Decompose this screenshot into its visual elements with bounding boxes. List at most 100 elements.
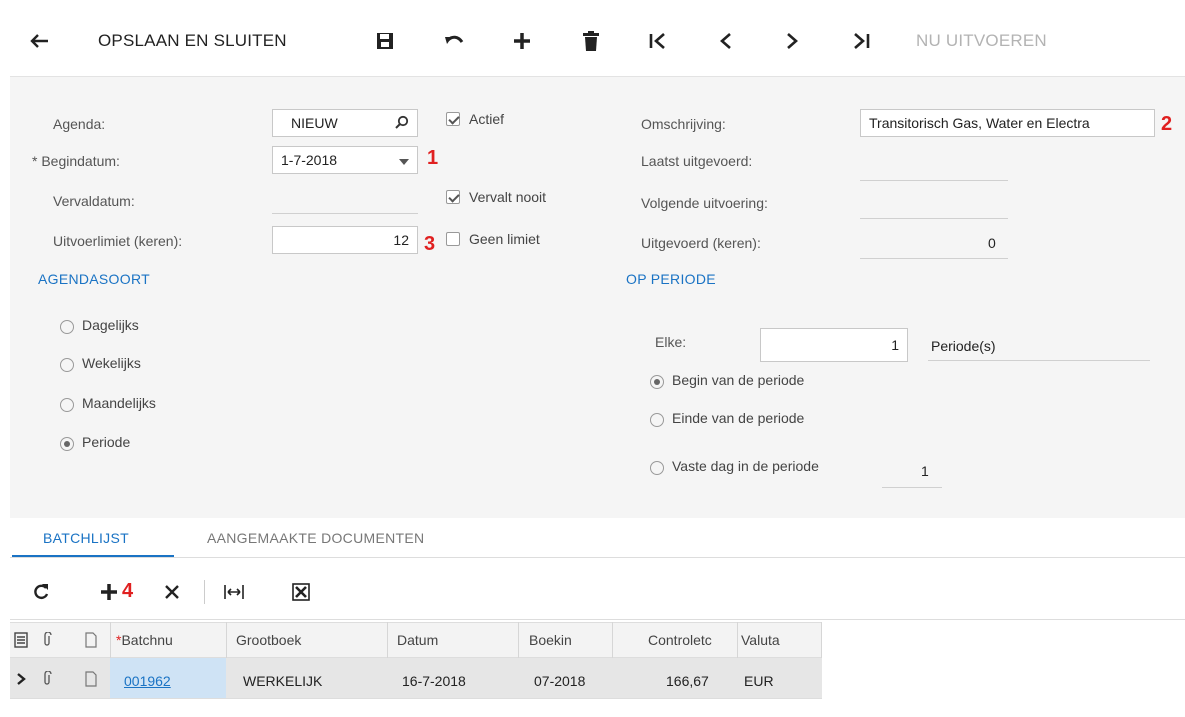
col-header-controle[interactable]: Controletc bbox=[648, 632, 712, 648]
dropdown-arrow-icon[interactable] bbox=[399, 152, 409, 168]
active-label: Actief bbox=[469, 111, 505, 127]
radio-periode[interactable] bbox=[60, 437, 74, 451]
refresh-icon[interactable] bbox=[32, 583, 50, 604]
marker-2: 2 bbox=[1161, 113, 1173, 135]
agenda-field[interactable]: NIEUW bbox=[272, 109, 418, 137]
volgende-uitvoering-field bbox=[860, 218, 1008, 219]
vervalt-nooit-label: Vervalt nooit bbox=[469, 189, 547, 205]
marker-4: 4 bbox=[122, 580, 134, 602]
grid-add-icon[interactable] bbox=[100, 583, 118, 604]
option-wekelijks: Wekelijks bbox=[82, 355, 141, 371]
tab-aangemaakte-documenten[interactable]: AANGEMAAKTE DOCUMENTEN bbox=[207, 530, 424, 546]
radio-maandelijks[interactable] bbox=[60, 398, 74, 412]
back-arrow-icon[interactable] bbox=[30, 26, 50, 56]
col-separator bbox=[821, 622, 822, 658]
first-record-icon[interactable] bbox=[649, 26, 667, 56]
laatst-uitgevoerd-label: Laatst uitgevoerd: bbox=[641, 153, 753, 169]
uitvoerlimiet-value: 12 bbox=[393, 232, 409, 248]
cell-valuta: EUR bbox=[744, 673, 774, 689]
col-header-batch[interactable]: *Batchnu bbox=[116, 632, 173, 648]
option-maandelijks: Maandelijks bbox=[82, 395, 156, 411]
cell-controle: 166,67 bbox=[666, 673, 709, 689]
marker-1: 1 bbox=[427, 147, 439, 169]
agenda-label: Agenda: bbox=[53, 116, 106, 132]
form-panel bbox=[10, 76, 1185, 518]
radio-dagelijks[interactable] bbox=[60, 320, 74, 334]
previous-record-icon[interactable] bbox=[719, 26, 733, 56]
elke-value: 1 bbox=[891, 337, 899, 353]
omschrijving-label: Omschrijving: bbox=[641, 116, 726, 132]
grid-top-border bbox=[10, 619, 1185, 620]
col-header-grootboek[interactable]: Grootboek bbox=[236, 632, 301, 648]
note-header-icon bbox=[85, 632, 97, 651]
begindatum-field[interactable]: 1-7-2018 bbox=[272, 146, 418, 174]
col-separator bbox=[387, 622, 388, 658]
last-record-icon[interactable] bbox=[852, 26, 870, 56]
uitgevoerd-value: 0 bbox=[988, 235, 996, 251]
row-selector-icon[interactable] bbox=[16, 672, 26, 688]
cell-boekin: 07-2018 bbox=[534, 673, 586, 689]
add-icon[interactable] bbox=[513, 26, 531, 56]
col-header-valuta[interactable]: Valuta bbox=[741, 632, 780, 648]
attachment-header-icon bbox=[42, 631, 52, 651]
omschrijving-field[interactable]: Transitorisch Gas, Water en Electra bbox=[860, 109, 1155, 137]
save-icon[interactable] bbox=[376, 26, 394, 56]
row-settings-icon[interactable] bbox=[14, 632, 28, 651]
uitgevoerd-field bbox=[860, 258, 1008, 259]
undo-icon[interactable] bbox=[444, 26, 464, 56]
radio-einde-periode[interactable] bbox=[650, 413, 664, 427]
vervaldatum-label: Vervaldatum: bbox=[53, 193, 135, 209]
option-dagelijks: Dagelijks bbox=[82, 317, 139, 333]
vervalt-nooit-checkbox[interactable] bbox=[446, 190, 460, 204]
col-separator bbox=[518, 622, 519, 658]
vaste-dag-value[interactable]: 1 bbox=[921, 463, 929, 479]
next-record-icon[interactable] bbox=[785, 26, 799, 56]
run-now-button: NU UITVOEREN bbox=[916, 31, 1047, 50]
toolbar-separator bbox=[204, 580, 205, 604]
elke-field[interactable]: 1 bbox=[760, 328, 908, 362]
save-close-button[interactable]: OPSLAAN EN SLUITEN bbox=[98, 26, 287, 56]
begindatum-value: 1-7-2018 bbox=[281, 152, 338, 168]
tab-batchlijst[interactable]: BATCHLIJST bbox=[43, 530, 129, 546]
batch-link[interactable]: 001962 bbox=[124, 673, 171, 689]
begindatum-label: * Begindatum: bbox=[32, 153, 120, 169]
attachment-icon[interactable] bbox=[42, 670, 52, 690]
active-checkbox[interactable] bbox=[446, 112, 460, 126]
cell-grootboek: WERKELIJK bbox=[243, 673, 323, 689]
geen-limiet-label: Geen limiet bbox=[469, 231, 540, 247]
grid-delete-icon[interactable] bbox=[164, 584, 180, 603]
omschrijving-value: Transitorisch Gas, Water en Electra bbox=[869, 115, 1090, 131]
radio-wekelijks[interactable] bbox=[60, 358, 74, 372]
fit-columns-icon[interactable] bbox=[224, 584, 244, 603]
note-icon[interactable] bbox=[85, 671, 97, 690]
uitvoerlimiet-field[interactable]: 12 bbox=[272, 226, 418, 254]
col-separator bbox=[226, 622, 227, 658]
col-header-boekin[interactable]: Boekin bbox=[529, 632, 572, 648]
col-separator bbox=[737, 622, 738, 658]
periode-unit: Periode(s) bbox=[931, 338, 996, 354]
periode-unit-field[interactable] bbox=[928, 360, 1150, 361]
radio-begin-periode[interactable] bbox=[650, 375, 664, 389]
vervaldatum-field[interactable] bbox=[272, 213, 418, 214]
uitvoerlimiet-label: Uitvoerlimiet (keren): bbox=[53, 233, 183, 249]
elke-label: Elke: bbox=[655, 334, 687, 350]
radio-vaste-dag[interactable] bbox=[650, 461, 664, 475]
col-separator bbox=[612, 622, 613, 658]
uitgevoerd-label: Uitgevoerd (keren): bbox=[641, 235, 761, 251]
option-periode: Periode bbox=[82, 434, 131, 450]
option-einde-periode: Einde van de periode bbox=[672, 410, 805, 426]
option-begin-periode: Begin van de periode bbox=[672, 372, 805, 388]
delete-icon[interactable] bbox=[583, 26, 599, 56]
marker-3: 3 bbox=[424, 233, 436, 255]
col-separator bbox=[110, 622, 111, 658]
grid-bottom-border bbox=[10, 698, 822, 699]
cell-datum: 16-7-2018 bbox=[402, 673, 466, 689]
export-excel-icon[interactable] bbox=[292, 583, 310, 604]
vaste-dag-field[interactable] bbox=[882, 487, 942, 488]
op-periode-heading: OP PERIODE bbox=[626, 271, 716, 287]
option-vaste-dag: Vaste dag in de periode bbox=[672, 458, 819, 474]
col-header-datum[interactable]: Datum bbox=[397, 632, 438, 648]
geen-limiet-checkbox[interactable] bbox=[446, 232, 460, 246]
search-icon[interactable] bbox=[395, 115, 409, 132]
agendasoort-heading: AGENDASOORT bbox=[38, 271, 150, 287]
